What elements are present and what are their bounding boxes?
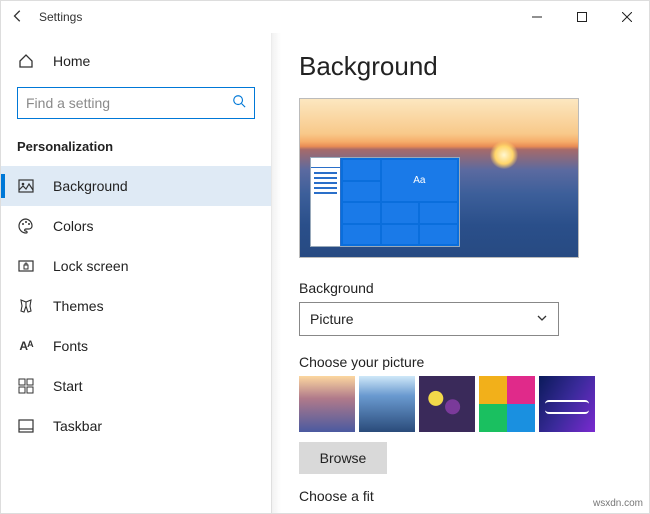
close-button[interactable] (604, 1, 649, 33)
sidebar-item-label: Lock screen (53, 258, 128, 274)
preview-aa-tile: Aa (382, 160, 457, 201)
sidebar-item-start[interactable]: Start (1, 366, 271, 406)
picture-thumb-4[interactable] (479, 376, 535, 432)
dropdown-value: Picture (310, 311, 354, 327)
sidebar-item-background[interactable]: Background (1, 166, 271, 206)
search-input[interactable] (26, 95, 232, 111)
preview-sun (490, 141, 518, 169)
sidebar-item-label: Fonts (53, 338, 88, 354)
search-box[interactable] (17, 87, 255, 119)
taskbar-icon (17, 418, 35, 434)
sidebar-item-label: Themes (53, 298, 104, 314)
lock-screen-icon (17, 258, 35, 274)
watermark: wsxdn.com (593, 498, 643, 509)
picture-thumbnails (299, 376, 621, 432)
themes-icon (17, 298, 35, 314)
home-label: Home (53, 53, 90, 69)
back-icon[interactable] (11, 9, 25, 26)
background-dropdown[interactable]: Picture (299, 302, 559, 336)
app-title: Settings (39, 10, 82, 24)
choose-picture-label: Choose your picture (299, 354, 621, 370)
page-title: Background (299, 51, 621, 82)
preview-sample-window: Aa (310, 157, 460, 247)
search-row (1, 77, 271, 135)
sidebar-item-fonts[interactable]: AA Fonts (1, 326, 271, 366)
browse-label: Browse (320, 450, 367, 466)
sidebar-item-lock-screen[interactable]: Lock screen (1, 246, 271, 286)
picture-icon (17, 178, 35, 194)
fonts-icon: AA (17, 339, 35, 353)
palette-icon (17, 218, 35, 234)
sidebar-item-label: Background (53, 178, 128, 194)
sidebar-item-colors[interactable]: Colors (1, 206, 271, 246)
choose-fit-label: Choose a fit (299, 488, 621, 504)
maximize-button[interactable] (559, 1, 604, 33)
search-icon (232, 94, 246, 113)
background-field-label: Background (299, 280, 621, 296)
section-header: Personalization (1, 135, 271, 166)
sidebar-item-label: Start (53, 378, 83, 394)
picture-thumb-2[interactable] (359, 376, 415, 432)
sidebar-item-label: Taskbar (53, 418, 102, 434)
minimize-button[interactable] (514, 1, 559, 33)
browse-button[interactable]: Browse (299, 442, 387, 474)
content-area: Background Aa Background Picture (271, 33, 649, 513)
titlebar: Settings (1, 1, 649, 33)
picture-thumb-5[interactable] (539, 376, 595, 432)
home-icon (17, 53, 35, 69)
sidebar: Home Personalization Background Colors (1, 33, 271, 513)
home-nav[interactable]: Home (1, 45, 271, 77)
desktop-preview: Aa (299, 98, 579, 258)
titlebar-left: Settings (11, 9, 82, 26)
sidebar-item-label: Colors (53, 218, 93, 234)
sidebar-item-themes[interactable]: Themes (1, 286, 271, 326)
window-controls (514, 1, 649, 33)
start-icon (17, 378, 35, 394)
picture-thumb-1[interactable] (299, 376, 355, 432)
sidebar-item-taskbar[interactable]: Taskbar (1, 406, 271, 446)
chevron-down-icon (536, 311, 548, 327)
picture-thumb-3[interactable] (419, 376, 475, 432)
